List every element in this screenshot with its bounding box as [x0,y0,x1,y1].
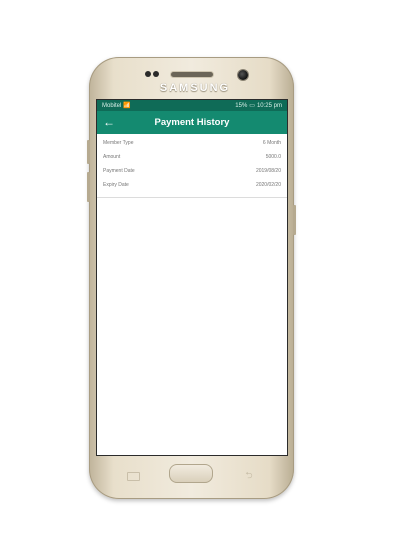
recent-apps-icon[interactable] [127,472,140,481]
detail-value: 6 Month [262,140,281,146]
brand-logo: SAMSUNG [159,82,231,94]
front-camera [238,70,248,80]
clock: 10:25 pm [256,102,282,109]
battery-icon: ▭ [249,103,255,109]
payment-details: Member Type 6 Month Amount 5000.0 Paymen… [97,134,287,198]
detail-value: 5000.0 [265,154,281,160]
detail-label: Expiry Date [103,182,129,188]
detail-value: 2019/08/20 [255,168,281,174]
signal-icon: 📶 [123,103,131,109]
battery-percent: 15% [235,102,248,109]
detail-value: 2020/02/20 [255,182,281,188]
home-button[interactable] [169,464,213,483]
earpiece-speaker [171,72,213,77]
power-button [293,205,296,235]
detail-row-amount: Amount 5000.0 [103,150,281,164]
volume-up-button [87,140,90,164]
proximity-sensor [145,71,151,77]
detail-row-member-type: Member Type 6 Month [103,136,281,150]
detail-row-payment-date: Payment Date 2019/08/20 [103,164,281,178]
volume-down-button [87,172,90,202]
detail-label: Payment Date [103,168,135,174]
page-title: Payment History [154,117,230,128]
status-bar: Mobitel 📶 15% ▭ 10:25 pm [97,100,287,111]
detail-label: Amount [103,154,121,160]
phone-screen: Mobitel 📶 15% ▭ 10:25 pm ← Payment Histo… [97,100,287,455]
app-bar: ← Payment History [97,111,287,134]
detail-label: Member Type [103,140,134,146]
back-arrow-icon[interactable]: ← [101,114,117,130]
detail-row-expiry-date: Expiry Date 2020/02/20 [103,178,281,192]
nav-back-icon[interactable]: ⮌ [243,470,255,480]
light-sensor [153,71,159,77]
carrier-name: Mobitel [102,102,122,109]
